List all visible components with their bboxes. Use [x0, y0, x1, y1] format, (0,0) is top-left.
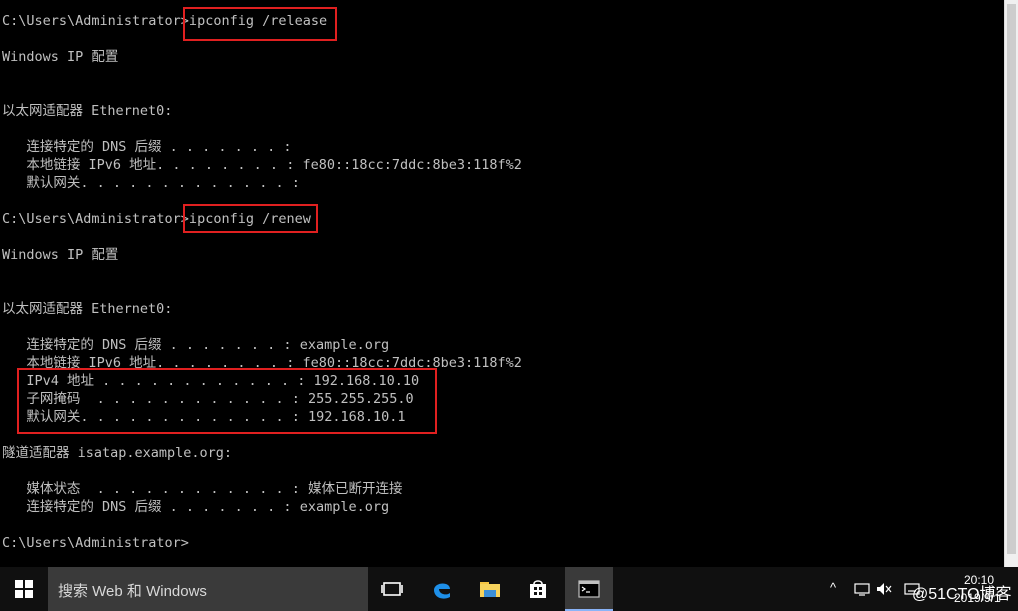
console-line-19: 连接特定的 DNS 后缀 . . . . . . . : example.org — [2, 337, 390, 353]
taskbar: 搜索 Web 和 Windows ^ @51CTO博客 20:10 2019/9… — [0, 567, 1018, 611]
task-view-button[interactable] — [368, 567, 416, 611]
console-line-25: 隧道适配器 isatap.example.org: — [2, 445, 233, 461]
highlight-ipv4-block — [17, 368, 437, 434]
console-line-28: 连接特定的 DNS 后缀 . . . . . . . : example.org — [2, 499, 390, 515]
console-line-10: 默认网关. . . . . . . . . . . . . : — [2, 175, 300, 191]
start-button[interactable] — [0, 567, 48, 611]
cmd-icon — [578, 580, 600, 598]
console-line-8: 连接特定的 DNS 后缀 . . . . . . . : — [2, 139, 292, 155]
show-hidden-icons-button[interactable]: ^ — [830, 580, 836, 595]
console-scrollbar[interactable] — [1004, 0, 1018, 567]
task-view-icon — [381, 582, 403, 596]
scrollbar-thumb[interactable] — [1007, 4, 1016, 554]
highlight-renew-command — [183, 204, 318, 233]
store-icon — [530, 580, 546, 598]
edge-browser-icon — [434, 583, 450, 599]
search-box[interactable]: 搜索 Web 和 Windows — [48, 567, 368, 611]
file-explorer-button[interactable] — [466, 567, 514, 611]
file-explorer-icon — [480, 582, 500, 597]
clock-time[interactable]: 20:10 — [964, 573, 994, 587]
network-icon[interactable] — [854, 581, 870, 597]
console-line-17: 以太网适配器 Ethernet0: — [2, 301, 173, 317]
console-line-3: Windows IP 配置 — [2, 49, 119, 65]
store-button[interactable] — [514, 567, 562, 611]
cmd-taskbar-button[interactable] — [565, 567, 613, 611]
console-line-9: 本地链接 IPv6 地址. . . . . . . . : fe80::18cc… — [2, 157, 522, 173]
console-line-27: 媒体状态 . . . . . . . . . . . . : 媒体已断开连接 — [2, 481, 403, 497]
highlight-release-command — [183, 7, 337, 41]
search-placeholder: 搜索 Web 和 Windows — [58, 583, 207, 600]
console-line-6: 以太网适配器 Ethernet0: — [2, 103, 173, 119]
clock-date[interactable]: 2019/9/1 — [954, 591, 1001, 605]
console-line-14: Windows IP 配置 — [2, 247, 119, 263]
volume-muted-icon[interactable] — [876, 581, 892, 597]
edge-browser-button[interactable] — [418, 567, 466, 611]
console-window[interactable]: C:\Users\Administrator>ipconfig /release… — [0, 0, 1004, 567]
console-prompt[interactable]: C:\Users\Administrator> — [2, 534, 189, 552]
windows-start-icon — [15, 580, 33, 598]
